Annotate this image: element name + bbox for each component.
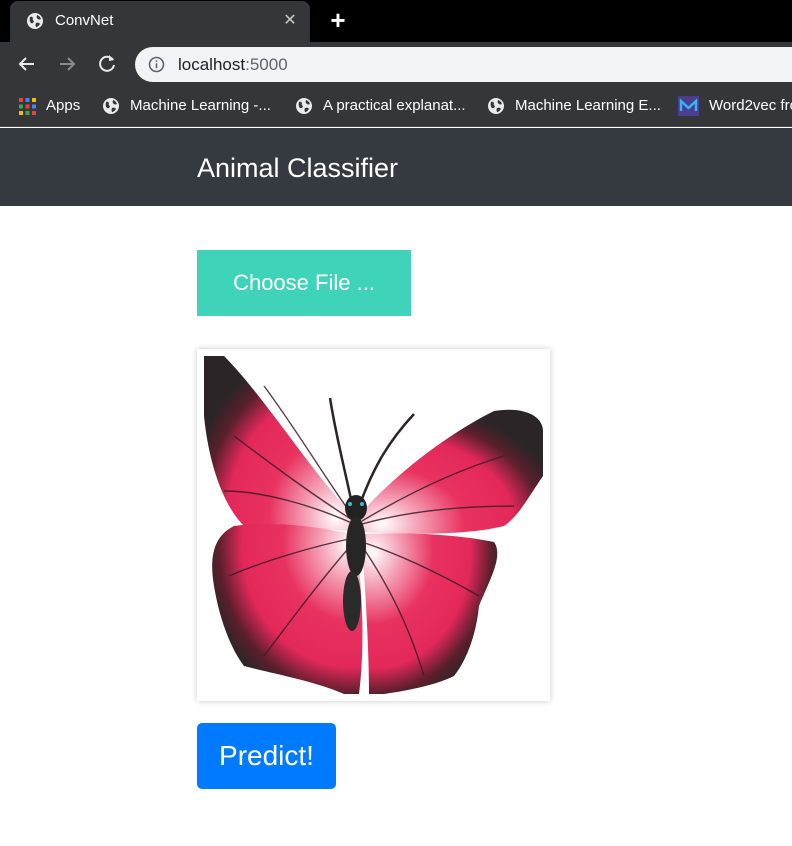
reload-icon[interactable]: [95, 52, 119, 76]
navbar-brand[interactable]: Animal Classifier: [197, 152, 398, 184]
browser-tab[interactable]: ConvNet ✕: [10, 1, 310, 42]
tab-title: ConvNet: [55, 12, 114, 29]
bookmark-machine-learning-1[interactable]: Machine Learning -...: [102, 96, 271, 116]
bookmark-practical-explanation[interactable]: A practical explanat...: [295, 96, 466, 116]
globe-icon: [27, 13, 43, 29]
medium-logo-icon: [678, 96, 699, 116]
navbar: Animal Classifier: [0, 128, 792, 206]
bookmark-label: A practical explanat...: [323, 97, 466, 114]
globe-icon: [103, 98, 119, 114]
bookmark-machine-learning-2[interactable]: Machine Learning E...: [487, 96, 661, 116]
bookmark-label: Word2vec fro: [709, 97, 792, 114]
bookmark-word2vec[interactable]: Word2vec fro: [678, 96, 792, 116]
bookmark-label: Machine Learning E...: [515, 97, 661, 114]
bookmark-apps[interactable]: Apps: [19, 96, 80, 116]
predict-button[interactable]: Predict!: [197, 723, 336, 789]
new-tab-icon[interactable]: +: [326, 7, 350, 33]
image-preview: [197, 349, 550, 701]
butterfly-illustration: [204, 356, 543, 694]
info-icon[interactable]: [148, 56, 165, 73]
browser-tab-strip: ConvNet ✕ +: [0, 0, 792, 42]
bookmarks-bar: Apps Machine Learning -... A practical e…: [0, 87, 792, 127]
apps-grid-icon: [19, 97, 36, 115]
close-tab-icon[interactable]: ✕: [280, 11, 300, 31]
back-icon[interactable]: [15, 52, 39, 76]
url-text: localhost:5000: [178, 55, 288, 74]
forward-icon[interactable]: [55, 52, 79, 76]
bookmark-label: Apps: [46, 97, 81, 114]
bookmark-label: Machine Learning -...: [130, 97, 271, 114]
choose-file-button[interactable]: Choose File ...: [197, 250, 411, 316]
butterfly-image: [204, 356, 543, 694]
address-bar[interactable]: localhost:5000: [135, 47, 792, 82]
globe-icon: [296, 98, 312, 114]
globe-icon: [488, 98, 504, 114]
browser-toolbar: localhost:5000: [0, 42, 792, 87]
